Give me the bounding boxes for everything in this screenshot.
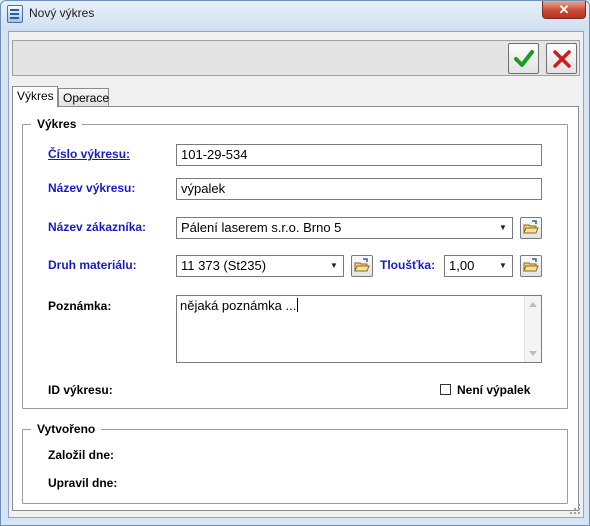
tloustka-browse-button[interactable] — [520, 255, 542, 277]
chevron-down-icon[interactable]: ▼ — [496, 220, 510, 236]
title-bar[interactable]: Nový výkres ✕ — [1, 1, 589, 29]
open-folder-icon — [354, 258, 370, 272]
x-icon — [553, 50, 571, 68]
druh-materialu-label: Druh materiálu: — [48, 258, 137, 272]
chevron-down-icon[interactable]: ▼ — [327, 258, 341, 274]
window-title: Nový výkres — [29, 6, 95, 20]
zakaznik-value: Pálení laserem s.r.o. Brno 5 — [181, 220, 342, 235]
poznamka-value: nějaká poznámka ... — [180, 298, 297, 313]
open-folder-icon — [523, 258, 539, 272]
material-browse-button[interactable] — [351, 255, 373, 277]
dialog-client-area: Výkres Operace Výkres Číslo výkresu: 101… — [8, 31, 584, 518]
neni-vypalek-label[interactable]: Není výpalek — [457, 383, 530, 397]
id-vykresu-label: ID výkresu: — [48, 383, 113, 397]
confirm-button[interactable] — [508, 43, 539, 74]
tloustka-label: Tloušťka: — [380, 258, 436, 272]
cancel-button[interactable] — [546, 43, 577, 74]
open-folder-icon — [523, 220, 539, 234]
chevron-down-icon[interactable]: ▼ — [496, 258, 510, 274]
poznamka-label: Poznámka: — [48, 299, 112, 313]
scroll-up-arrow-icon[interactable] — [529, 302, 537, 307]
vykres-group-title: Výkres — [31, 117, 83, 131]
checkmark-icon — [514, 50, 534, 67]
text-caret — [297, 298, 299, 312]
tab-operace[interactable]: Operace — [58, 88, 109, 106]
neni-vypalek-checkbox[interactable] — [440, 384, 451, 395]
dialog-window: Nový výkres ✕ Výkres Operace Výkres Čísl… — [0, 0, 590, 526]
vytvoreno-groupbox: Vytvořeno Založil dne: Upravil dne: — [22, 422, 568, 504]
nazev-vykresu-label: Název výkresu: — [48, 181, 136, 195]
document-app-icon — [7, 5, 23, 23]
nazev-vykresu-input[interactable]: výpalek — [176, 178, 542, 200]
scroll-down-arrow-icon[interactable] — [529, 351, 537, 356]
vytvoreno-group-title: Vytvořeno — [31, 422, 102, 436]
poznamka-textarea[interactable]: nějaká poznámka ... — [176, 295, 542, 363]
tloustka-value: 1,00 — [449, 258, 475, 273]
resize-grip-icon[interactable] — [569, 503, 581, 515]
cislo-vykresu-input[interactable]: 101-29-534 — [176, 144, 542, 166]
nazev-zakaznika-label: Název zákazníka: — [48, 220, 147, 234]
toolbar — [12, 40, 580, 76]
poznamka-scrollbar[interactable] — [524, 296, 541, 362]
zalozil-dne-label: Založil dne: — [48, 448, 114, 462]
zakaznik-browse-button[interactable] — [520, 217, 542, 239]
upravil-dne-label: Upravil dne: — [48, 476, 118, 490]
window-close-button[interactable]: ✕ — [542, 1, 586, 19]
material-combo[interactable]: 11 373 (St235) ▼ — [176, 255, 344, 277]
vykres-groupbox: Výkres Číslo výkresu: 101-29-534 Název v… — [22, 117, 568, 409]
tab-vykres[interactable]: Výkres — [12, 86, 58, 107]
tab-panel-vykres: Výkres Číslo výkresu: 101-29-534 Název v… — [12, 106, 579, 511]
tloustka-combo[interactable]: 1,00 ▼ — [444, 255, 513, 277]
cislo-vykresu-label[interactable]: Číslo výkresu: — [48, 147, 130, 161]
material-value: 11 373 (St235) — [181, 258, 267, 273]
zakaznik-combo[interactable]: Pálení laserem s.r.o. Brno 5 ▼ — [176, 217, 513, 239]
